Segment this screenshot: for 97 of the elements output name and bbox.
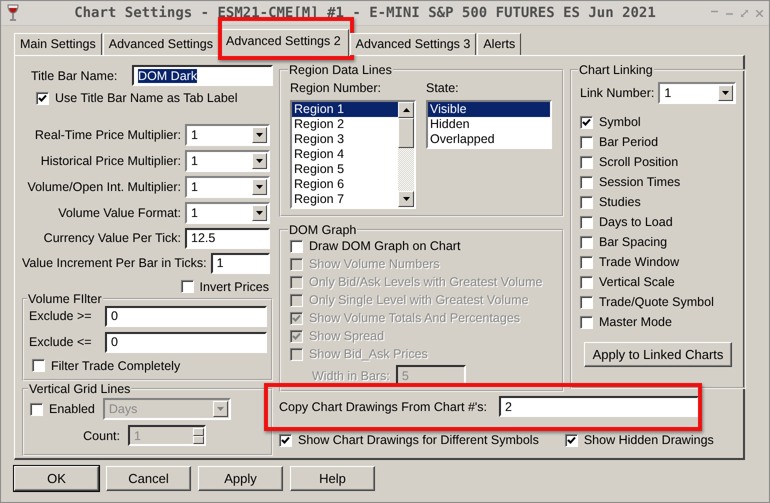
checkbox-label: Bar Period <box>599 135 658 149</box>
field-label: Exclude >= <box>29 309 93 323</box>
list-item[interactable]: Overlapped <box>428 132 550 147</box>
group-title: Region Data Lines <box>288 63 393 77</box>
checkbox[interactable] <box>580 156 593 168</box>
dialog-button[interactable]: Help <box>290 466 375 491</box>
field-label: Historical Price Multiplier: <box>40 154 181 168</box>
checkbox[interactable] <box>580 196 593 208</box>
checkbox-label: Master Mode <box>599 315 672 329</box>
dialog-button[interactable]: Apply <box>198 466 283 491</box>
down-arrow-icon[interactable] <box>402 197 410 201</box>
field-label: Link Number: <box>580 86 654 100</box>
checkbox[interactable] <box>290 240 303 252</box>
list-item[interactable]: Region 7 <box>292 192 398 207</box>
checkbox[interactable] <box>564 434 578 446</box>
checkbox[interactable] <box>580 216 593 228</box>
checkbox-label: Days to Load <box>599 215 673 229</box>
checkbox-label: Symbol <box>599 115 641 129</box>
tab[interactable]: Advanced Settings <box>102 33 219 55</box>
input-field[interactable]: 2 <box>499 396 700 417</box>
checkbox[interactable] <box>580 116 593 128</box>
wine-glass-icon <box>7 4 19 22</box>
checkbox[interactable] <box>580 256 593 268</box>
up-arrow-icon[interactable] <box>402 108 410 112</box>
field-label: Value Increment Per Bar in Ticks: <box>22 256 207 270</box>
field-label: Volume/Open Int. Multiplier: <box>27 180 181 194</box>
apply-linked-button[interactable]: Apply to Linked Charts <box>584 342 732 367</box>
tab[interactable]: Alerts <box>477 33 522 55</box>
dropdown[interactable]: 1 <box>185 202 270 224</box>
checkbox-label: Only Single Level with Greatest Volume <box>309 293 529 307</box>
group-title: Volume FIlter <box>27 292 103 306</box>
checkbox[interactable] <box>180 280 194 293</box>
checkbox-label: Show Bid_Ask Prices <box>309 347 428 361</box>
input-field[interactable]: 12.5 <box>185 228 270 248</box>
checkbox[interactable] <box>580 136 593 148</box>
checkbox-label: Invert Prices <box>200 280 269 294</box>
input-field[interactable]: DOM Dark <box>132 65 273 86</box>
field-label: Volume Value Format: <box>58 206 181 220</box>
checkbox[interactable] <box>580 276 593 288</box>
checkbox-label: Enabled <box>49 402 95 416</box>
window-title: Chart Settings - ESM21-CME[M] #1 - E-MINI S&P 500 FUTURES ES Jun 2021 <box>73 5 657 21</box>
group-title: Chart Linking <box>578 63 654 77</box>
dialog-button[interactable]: Cancel <box>106 466 191 491</box>
list-item[interactable]: Visible <box>428 102 550 117</box>
input-field[interactable]: 0 <box>105 332 267 352</box>
checkbox-label: Scroll Position <box>599 155 678 169</box>
checkbox-label: Trade/Quote Symbol <box>599 295 714 309</box>
checkbox-label: Trade Window <box>599 255 680 269</box>
checkbox-label: Show Hidden Drawings <box>584 433 714 447</box>
field-label: Currency Value Per Tick: <box>44 231 181 245</box>
dropdown[interactable]: 1 <box>658 82 736 104</box>
checkbox[interactable] <box>279 434 292 446</box>
list-item[interactable]: Region 5 <box>292 162 398 177</box>
group-title: DOM Graph <box>288 223 358 237</box>
list-item[interactable]: Hidden <box>428 117 550 132</box>
list-label: Region Number: <box>290 81 382 95</box>
checkbox-label: Session Times <box>599 175 680 189</box>
checkbox[interactable] <box>580 176 593 188</box>
checkbox-label: Filter Trade Completely <box>51 358 180 372</box>
checkbox-label: Use Title Bar Name as Tab Label <box>55 91 238 105</box>
list-item[interactable]: Region 2 <box>292 117 398 132</box>
checkbox[interactable] <box>32 359 45 372</box>
checkbox-label: Only Bid/Ask Levels with Greatest Volume <box>309 275 542 289</box>
checkbox-label: Show Volume Numbers <box>309 257 440 271</box>
checkbox[interactable] <box>580 316 593 328</box>
field-label: Exclude <= <box>29 335 93 349</box>
list-item[interactable]: Region 3 <box>292 132 398 147</box>
list-item[interactable]: Region 6 <box>292 177 398 192</box>
tab[interactable]: Advanced Settings 3 <box>350 33 476 55</box>
field-label: Title Bar Name: <box>30 68 118 82</box>
list-label: State: <box>426 81 460 95</box>
dialog-button[interactable]: OK <box>14 466 99 491</box>
checkbox-label: Bar Spacing <box>599 235 668 249</box>
list-item[interactable]: Region 4 <box>292 147 398 162</box>
field-label: Real-Time Price Multiplier: <box>34 128 181 142</box>
checkbox-label: Studies <box>599 195 641 209</box>
input-field[interactable]: 1 <box>210 252 270 274</box>
dropdown[interactable]: 1 <box>185 124 270 146</box>
checkbox[interactable] <box>30 402 43 416</box>
checkbox[interactable] <box>36 92 49 104</box>
checkbox-label: Draw DOM Graph on Chart <box>309 239 460 253</box>
scrollbar[interactable] <box>398 102 414 207</box>
checkbox[interactable] <box>580 296 593 308</box>
checkbox-label: Show Chart Drawings for Different Symbols <box>298 433 539 447</box>
dropdown[interactable]: 1 <box>185 150 270 172</box>
checkbox-label: Vertical Scale <box>599 275 675 289</box>
group-title: Vertical Grid Lines <box>28 382 132 396</box>
dropdown[interactable]: 1 <box>185 176 270 198</box>
checkbox-label: Show Volume Totals And Percentages <box>309 311 520 325</box>
tab[interactable]: Main Settings <box>14 33 102 55</box>
field-label: Copy Chart Drawings From Chart #'s: <box>279 400 488 414</box>
checkbox-label: Show Spread <box>309 329 384 343</box>
field-label: Width in Bars: <box>312 368 390 382</box>
checkbox[interactable] <box>580 236 593 248</box>
list-item[interactable]: Region 1 <box>292 102 398 117</box>
field-label: Count: <box>82 428 120 442</box>
input-field[interactable]: 0 <box>105 306 267 326</box>
